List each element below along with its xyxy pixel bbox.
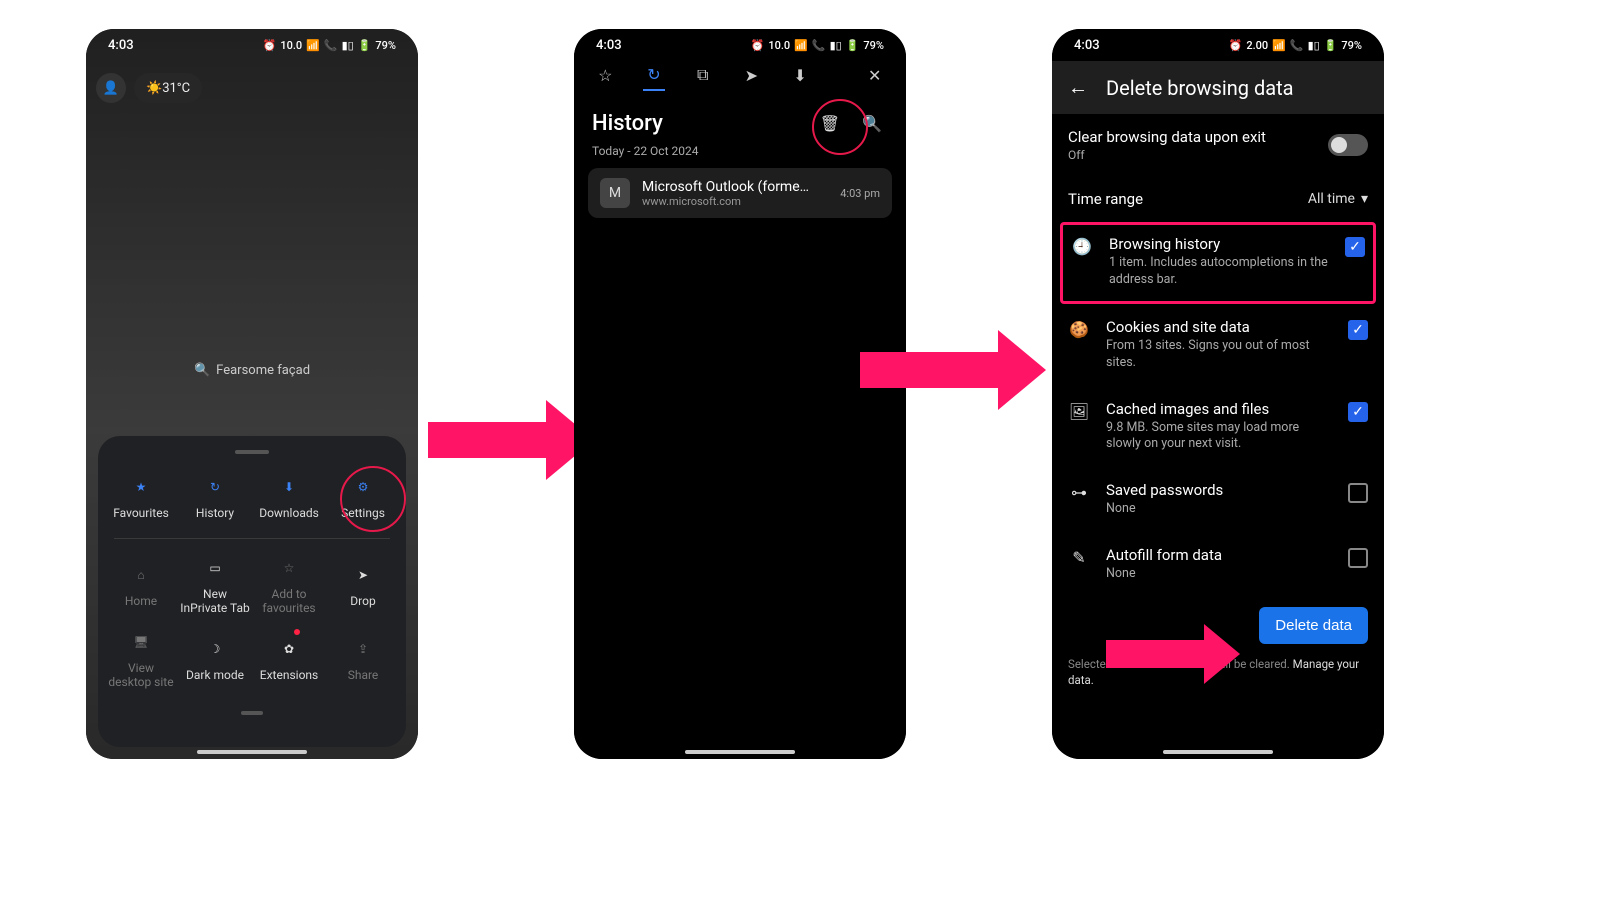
toggle-off[interactable] (1328, 134, 1368, 156)
favicon: M (600, 178, 630, 208)
time-range-dropdown[interactable]: All time ▾ (1308, 191, 1368, 207)
tab-history[interactable]: ↻ (643, 67, 666, 91)
menu-new-inprivate[interactable]: ▭ New InPrivate Tab (178, 549, 252, 623)
history-icon: ↻ (204, 476, 226, 498)
page-title: History (592, 111, 663, 136)
menu-add-favourite[interactable]: ☆ Add to favourites (252, 549, 326, 623)
monitor-icon: 🖥 (130, 631, 152, 653)
tab-favourites[interactable]: ☆ (594, 67, 617, 91)
avatar-chip[interactable]: 👤 (96, 73, 126, 103)
checkbox-on[interactable]: ✓ (1348, 402, 1368, 422)
cookie-icon: 🍪 (1068, 320, 1090, 339)
tab-downloads[interactable]: ⬇ (789, 67, 812, 91)
menu-home[interactable]: ⌂ Home (104, 549, 178, 623)
status-icons: ⏰10.0 📶📞▮▯ 🔋79% (263, 39, 396, 52)
menu-share[interactable]: ⇪ Share (326, 623, 400, 697)
menu-history[interactable]: ↻ History (178, 468, 252, 528)
gear-icon: ⚙ (352, 476, 374, 498)
weather-chip[interactable]: ☀️ 31°C (134, 73, 202, 103)
menu-dark-mode[interactable]: ☽ Dark mode (178, 623, 252, 697)
gesture-bar (1163, 750, 1273, 754)
close-icon[interactable]: ✕ (863, 67, 886, 91)
time-range-row[interactable]: Time range All time ▾ (1052, 176, 1384, 222)
screenshot-2-history: 4:03 ⏰10.0📶📞▮▯🔋79% ☆ ↻ ⧉ ➤ ⬇ ✕ History 🗑… (574, 29, 906, 759)
home-icon: ⌂ (130, 564, 152, 586)
notification-dot (294, 629, 300, 635)
star-icon: ★ (130, 476, 152, 498)
history-header: History 🗑 🔍 (574, 91, 906, 144)
history-item[interactable]: M Microsoft Outlook (forme… www.microsof… (588, 168, 892, 218)
menu-favourites[interactable]: ★ Favourites (104, 468, 178, 528)
checkbox-on[interactable]: ✓ (1348, 320, 1368, 340)
tab-drop[interactable]: ➤ (740, 67, 763, 91)
clock-icon: 🕘 (1071, 237, 1093, 256)
page-indicator (241, 711, 263, 715)
option-passwords[interactable]: ⊶ Saved passwords None (1052, 467, 1384, 532)
inprivate-icon: ▭ (204, 557, 226, 579)
status-bar: 4:03 ⏰10.0📶📞▮▯🔋79% (574, 29, 906, 61)
send-icon: ➤ (352, 564, 374, 586)
key-icon: ⊶ (1068, 483, 1090, 502)
history-item-url: www.microsoft.com (642, 195, 828, 208)
page-title: Delete browsing data (1106, 76, 1294, 100)
gesture-bar (685, 750, 795, 754)
history-item-time: 4:03 pm (840, 187, 880, 200)
checkbox-on[interactable]: ✓ (1345, 237, 1365, 257)
page-header: ← Delete browsing data (1052, 61, 1384, 114)
menu-downloads[interactable]: ⬇ Downloads (252, 468, 326, 528)
status-bar: 4:03 ⏰2.00📶📞▮▯🔋79% (1052, 29, 1384, 61)
menu-drop[interactable]: ➤ Drop (326, 549, 400, 623)
puzzle-icon: ✿ (278, 638, 300, 660)
clear-on-exit-row[interactable]: Clear browsing data upon exit Off (1052, 114, 1384, 176)
download-icon: ⬇ (278, 476, 300, 498)
drag-handle[interactable] (235, 450, 269, 454)
tab-bar: ☆ ↻ ⧉ ➤ ⬇ ✕ (574, 61, 906, 91)
divider (114, 538, 390, 539)
search-icon: 🔍 (194, 363, 210, 378)
delete-data-button[interactable]: Delete data (1259, 607, 1368, 644)
checkbox-off[interactable] (1348, 548, 1368, 568)
gesture-bar (197, 750, 307, 754)
header-chips: 👤 ☀️ 31°C (96, 73, 202, 103)
menu-settings[interactable]: ⚙ Settings (326, 468, 400, 528)
status-bar: 4:03 ⏰10.0 📶📞▮▯ 🔋79% (86, 29, 418, 61)
history-item-title: Microsoft Outlook (forme… (642, 179, 828, 195)
option-autofill[interactable]: ✎ Autofill form data None (1052, 532, 1384, 597)
checkbox-off[interactable] (1348, 483, 1368, 503)
bottom-sheet-menu: ★ Favourites ↻ History ⬇ Downloads ⚙ Set… (98, 436, 406, 747)
clock: 4:03 (108, 38, 134, 53)
option-cache[interactable]: 🖼 Cached images and files 9.8 MB. Some s… (1052, 386, 1384, 468)
pencil-icon: ✎ (1068, 548, 1090, 567)
status-icons: ⏰2.00📶📞▮▯🔋79% (1229, 39, 1362, 52)
highlight-circle-trash (812, 99, 868, 155)
screenshot-1-edge-menu: 4:03 ⏰10.0 📶📞▮▯ 🔋79% 👤 ☀️ 31°C 🔍 Fearsom… (86, 29, 418, 759)
back-icon[interactable]: ← (1068, 75, 1088, 100)
clock: 4:03 (1074, 38, 1100, 53)
search-hint[interactable]: 🔍 Fearsome façad (194, 363, 310, 378)
menu-desktop-site[interactable]: 🖥 View desktop site (104, 623, 178, 697)
star-plus-icon: ☆ (278, 557, 300, 579)
status-icons: ⏰10.0📶📞▮▯🔋79% (751, 39, 884, 52)
image-icon: 🖼 (1068, 402, 1090, 421)
chevron-down-icon: ▾ (1361, 191, 1368, 207)
menu-extensions[interactable]: ✿ Extensions (252, 623, 326, 697)
tab-collections[interactable]: ⧉ (691, 67, 714, 91)
share-icon: ⇪ (352, 638, 374, 660)
option-browsing-history[interactable]: 🕘 Browsing history 1 item. Includes auto… (1060, 222, 1376, 304)
clock: 4:03 (596, 38, 622, 53)
moon-icon: ☽ (204, 638, 226, 660)
option-cookies[interactable]: 🍪 Cookies and site data From 13 sites. S… (1052, 304, 1384, 386)
